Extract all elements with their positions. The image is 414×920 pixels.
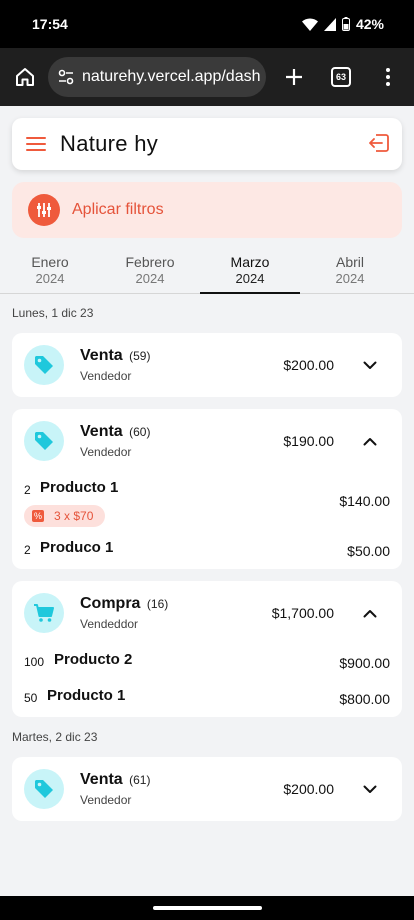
chevron-up-icon	[363, 437, 377, 445]
line-item: 100 Producto 2 $900.00	[12, 645, 402, 681]
chevron-down-icon	[363, 785, 377, 793]
promo-badge: % 3 x $70	[24, 505, 106, 527]
brand-title: Nature hy	[60, 131, 159, 156]
transaction-card: Venta (59) Vendedor $200.00	[12, 333, 402, 397]
status-time: 17:54	[32, 16, 68, 32]
signal-icon	[323, 17, 336, 31]
month-name: Marzo	[230, 254, 270, 270]
item-price: $140.00	[339, 493, 390, 509]
transaction-header[interactable]: Venta (61) Vendedor $200.00	[12, 757, 402, 821]
tab-month-abril[interactable]: Abril 2024	[300, 254, 400, 293]
item-price: $50.00	[347, 543, 390, 559]
item-quantity: 50	[24, 691, 38, 705]
chevron-up-icon	[363, 609, 377, 617]
filters-icon	[28, 194, 60, 226]
tag-icon	[24, 769, 64, 809]
transaction-card: Venta (61) Vendedor $200.00	[12, 757, 402, 821]
home-gesture-handle[interactable]	[153, 906, 262, 910]
browser-toolbar: naturehy.vercel.app/dash 63	[0, 48, 414, 106]
home-icon	[16, 68, 34, 86]
browser-menu-button[interactable]	[366, 48, 410, 106]
site-settings-icon[interactable]	[58, 69, 74, 85]
menu-button[interactable]	[12, 118, 60, 170]
item-name: Producto 2	[54, 651, 133, 668]
transaction-amount: $1,700.00	[271, 605, 334, 621]
tab-month-febrero[interactable]: Febrero 2024	[100, 254, 200, 293]
collapse-button[interactable]	[358, 431, 382, 451]
month-year: 2024	[35, 271, 65, 286]
item-quantity: 2	[24, 483, 31, 497]
status-icons: 42%	[301, 16, 384, 32]
expand-button[interactable]	[358, 779, 382, 799]
line-item: 2 Produco 1 $50.00	[12, 533, 402, 569]
day-header: Lunes, 1 dic 23	[12, 306, 94, 320]
wifi-icon	[301, 17, 318, 31]
day-header: Martes, 2 dic 23	[12, 730, 98, 744]
tag-icon	[24, 345, 64, 385]
system-nav-bar	[0, 896, 414, 920]
transaction-amount: $190.00	[283, 433, 334, 449]
transaction-amount: $200.00	[283, 781, 334, 797]
hamburger-icon	[26, 137, 46, 151]
item-quantity: 100	[24, 655, 45, 669]
month-name: Abril	[335, 254, 364, 270]
tab-switcher-button[interactable]: 63	[316, 48, 366, 106]
transaction-amount: $200.00	[283, 357, 334, 373]
status-bar: 17:54 42%	[0, 0, 414, 48]
transaction-subtitle: Vendeddor	[80, 617, 139, 631]
month-name: Enero	[31, 254, 69, 270]
battery-level: 42%	[355, 16, 384, 32]
month-year: 2024	[235, 271, 265, 286]
collapse-button[interactable]	[358, 603, 382, 623]
tag-icon	[24, 421, 64, 461]
tab-month-enero[interactable]: Enero 2024	[0, 254, 100, 293]
tab-count: 63	[331, 67, 351, 87]
app-header: Nature hy	[12, 118, 402, 170]
chevron-down-icon	[363, 361, 377, 369]
line-item: 50 Producto 1 $800.00	[12, 681, 402, 717]
home-button[interactable]	[2, 48, 48, 106]
logout-button[interactable]	[368, 132, 390, 159]
transaction-title: Venta (59)	[80, 347, 151, 364]
apply-filters-button[interactable]: Aplicar filtros	[12, 182, 402, 238]
transaction-title: Venta (61)	[80, 771, 151, 788]
url-text: naturehy.vercel.app/dash	[82, 68, 261, 85]
item-price: $900.00	[339, 655, 390, 671]
promo-text: 3 x $70	[54, 509, 94, 523]
transaction-subtitle: Vendedor	[80, 793, 132, 807]
new-tab-button[interactable]	[272, 48, 316, 106]
filters-label: Aplicar filtros	[72, 201, 164, 218]
month-tabs: Enero 2024 Febrero 2024 Marzo 2024 Abril…	[0, 254, 414, 294]
address-bar[interactable]: naturehy.vercel.app/dash	[48, 57, 266, 97]
tab-month-marzo[interactable]: Marzo 2024	[200, 254, 300, 294]
transaction-card: Compra (16) Vendeddor $1,700.00 100 Prod…	[12, 581, 402, 717]
app-content: Nature hy Aplicar filtros Enero 2024 Feb…	[0, 106, 414, 896]
item-quantity: 2	[24, 543, 31, 557]
item-price: $800.00	[339, 691, 390, 707]
battery-icon	[341, 17, 350, 31]
expand-button[interactable]	[358, 355, 382, 375]
month-name: Febrero	[125, 254, 175, 270]
transaction-title: Venta (60)	[80, 423, 151, 440]
transaction-header[interactable]: Venta (59) Vendedor $200.00	[12, 333, 402, 397]
transaction-subtitle: Vendedor	[80, 445, 132, 459]
line-item: 2 Producto 1 $140.00 % 3 x $70	[12, 473, 402, 533]
transaction-subtitle: Vendedor	[80, 369, 132, 383]
more-vert-icon	[386, 68, 390, 86]
cart-icon	[24, 593, 64, 633]
logout-icon	[369, 134, 389, 152]
transaction-card: Venta (60) Vendedor $190.00 2 Producto 1…	[12, 409, 402, 569]
transaction-header[interactable]: Venta (60) Vendedor $190.00	[12, 409, 402, 473]
transaction-title: Compra (16)	[80, 595, 169, 612]
item-name: Producto 1	[47, 687, 126, 704]
transaction-header[interactable]: Compra (16) Vendeddor $1,700.00	[12, 581, 402, 645]
item-name: Produco 1	[40, 539, 114, 556]
item-name: Producto 1	[40, 479, 119, 496]
plus-icon	[286, 69, 302, 85]
month-year: 2024	[335, 271, 365, 286]
percent-icon: %	[32, 510, 44, 522]
month-year: 2024	[135, 271, 165, 286]
